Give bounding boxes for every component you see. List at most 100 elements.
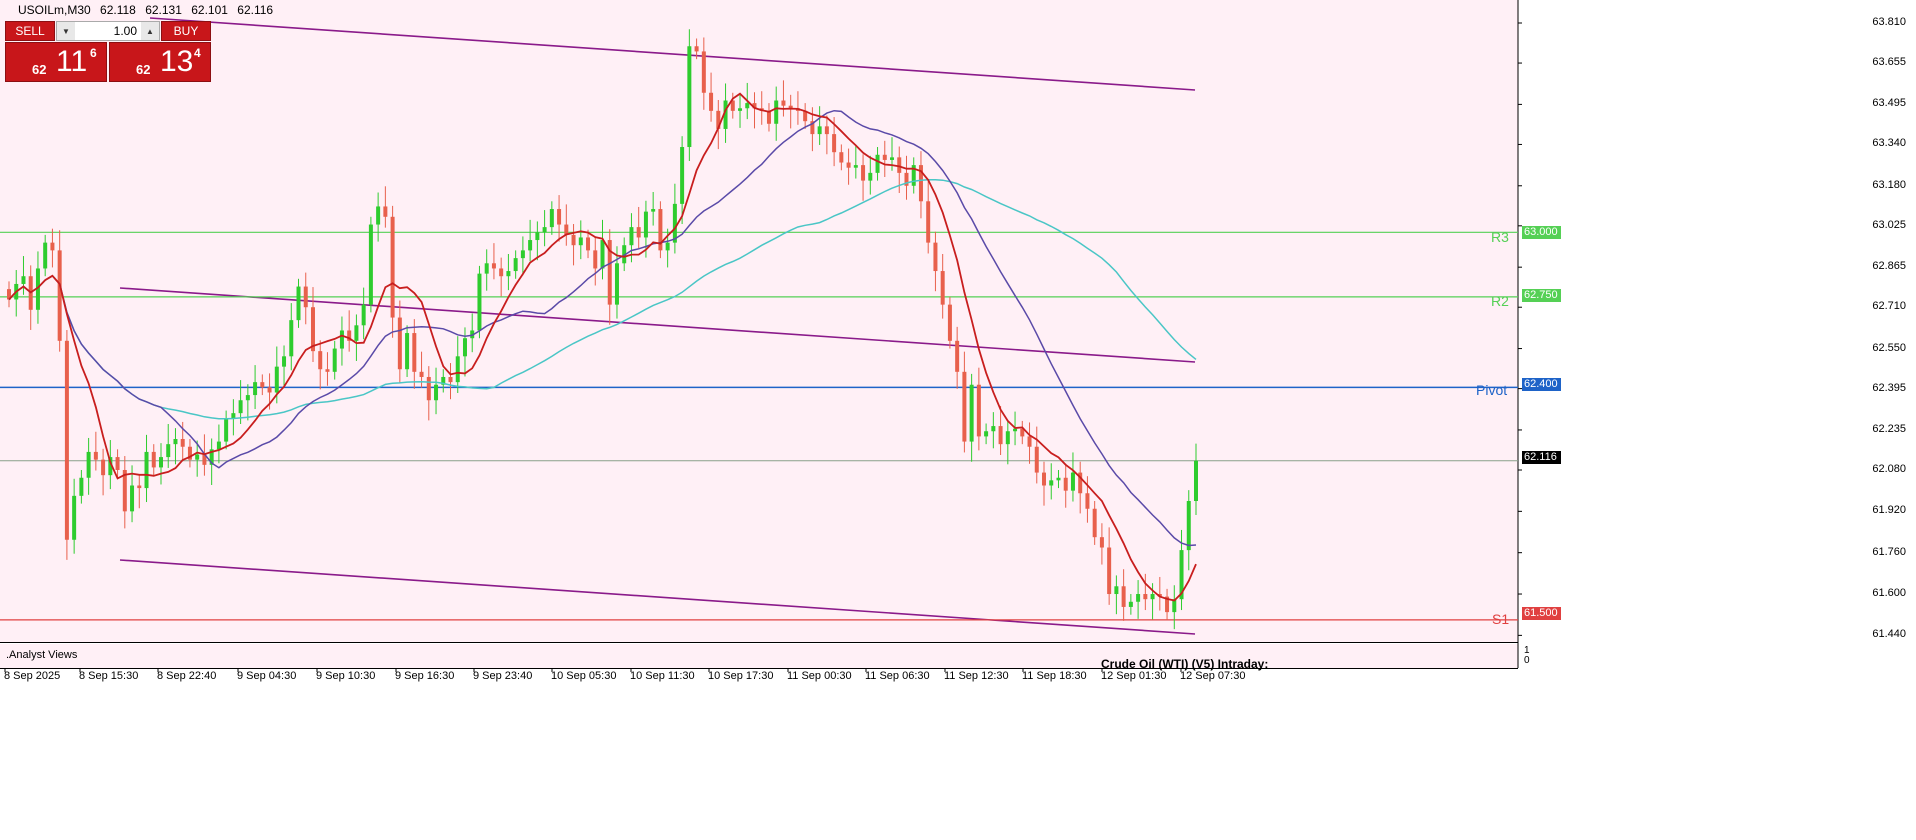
price-tick-label: 63.495 xyxy=(1872,97,1906,110)
candle[interactable] xyxy=(658,201,663,259)
candle-body xyxy=(434,384,439,401)
one-click-trading-panel: SELL ▼ 1.00 ▲ BUY 62 11 6 62 13 4 xyxy=(5,21,211,82)
sell-button[interactable]: SELL xyxy=(5,21,55,41)
buy-price-pip: 4 xyxy=(194,46,201,60)
candle[interactable] xyxy=(687,29,692,161)
candle-body xyxy=(839,152,844,163)
s1-label: S1 xyxy=(1492,611,1510,627)
candle-body xyxy=(991,426,996,432)
time-tick-label: 8 Sep 15:30 xyxy=(79,670,139,682)
candle-body xyxy=(180,438,185,447)
sell-price-pip: 6 xyxy=(90,46,97,60)
candle-body xyxy=(745,103,750,109)
subwindow-indicator-name: .Analyst Views xyxy=(6,649,78,661)
candle-body xyxy=(969,384,974,442)
candle-body xyxy=(101,459,106,476)
r3-price-label: 63.000 xyxy=(1522,226,1561,239)
candle-body xyxy=(643,211,648,238)
candle-body xyxy=(933,242,938,272)
candle-body xyxy=(774,100,779,124)
candle-body xyxy=(412,333,417,372)
candle-body xyxy=(158,457,163,468)
candle-body xyxy=(680,147,685,204)
candle-body xyxy=(43,242,48,269)
candle-body xyxy=(781,100,786,106)
buy-price-prefix: 62 xyxy=(136,62,151,77)
candle[interactable] xyxy=(477,265,482,339)
candle-body xyxy=(361,304,366,326)
candle-body xyxy=(1013,428,1018,432)
candle-body xyxy=(426,376,431,401)
price-tick-label: 63.810 xyxy=(1872,16,1906,28)
candle-body xyxy=(130,485,135,512)
candle-body xyxy=(926,201,931,243)
price-tick-label: 61.440 xyxy=(1872,628,1906,641)
candle-body xyxy=(448,376,453,383)
buy-button[interactable]: BUY xyxy=(161,21,211,41)
time-tick-label: 11 Sep 12:30 xyxy=(944,670,1009,682)
price-chart[interactable] xyxy=(0,0,1916,840)
time-tick-label: 8 Sep 22:40 xyxy=(157,670,217,682)
candle-body xyxy=(1114,586,1119,595)
candle-body xyxy=(144,451,149,489)
low-value: 62.101 xyxy=(191,3,228,17)
candle-body xyxy=(1150,594,1155,600)
candle-body xyxy=(578,237,583,246)
r3-label: R3 xyxy=(1491,229,1509,245)
candle-body xyxy=(303,286,308,308)
candle-body xyxy=(1085,493,1090,509)
candle-body xyxy=(383,206,388,217)
candle-body xyxy=(984,431,989,437)
candle-body xyxy=(593,250,598,269)
candle-body xyxy=(506,271,511,277)
high-value: 62.131 xyxy=(145,3,182,17)
candle-body xyxy=(701,51,706,93)
candle-body xyxy=(709,92,714,111)
candle-body xyxy=(955,340,960,372)
time-tick-label: 11 Sep 06:30 xyxy=(865,670,930,682)
candle-body xyxy=(861,165,866,181)
candle-body xyxy=(21,276,26,284)
candle-body xyxy=(166,444,171,458)
r2-label: R2 xyxy=(1491,293,1509,309)
pivot-label: Pivot xyxy=(1476,382,1508,398)
lot-size-field[interactable]: ▼ 1.00 ▲ xyxy=(56,21,160,41)
candle-body xyxy=(882,154,887,160)
candle-body xyxy=(1042,472,1047,486)
candle-body xyxy=(571,234,576,246)
buy-price-box[interactable]: 62 13 4 xyxy=(109,42,211,82)
symbol-label: USOILm,M30 xyxy=(18,3,91,17)
candle-body xyxy=(520,250,525,259)
chart-subwindow xyxy=(0,644,1518,668)
sell-price-box[interactable]: 62 11 6 xyxy=(5,42,107,82)
candle-body xyxy=(296,286,301,321)
time-tick-label: 11 Sep 00:30 xyxy=(787,670,852,682)
candle-body xyxy=(477,273,482,331)
candle-body xyxy=(1034,446,1039,473)
current-price-label: 62.116 xyxy=(1522,451,1561,464)
time-tick-label: 8 Sep 2025 xyxy=(4,670,61,682)
candle-body xyxy=(72,495,77,540)
price-tick-label: 62.865 xyxy=(1872,260,1906,273)
price-tick-label: 61.600 xyxy=(1872,587,1906,600)
candle-body xyxy=(57,250,62,341)
price-tick-label: 63.180 xyxy=(1872,178,1906,191)
candle-body xyxy=(1128,601,1133,607)
candle[interactable] xyxy=(368,216,373,313)
candle-body xyxy=(824,126,829,135)
lot-decrease-icon[interactable]: ▼ xyxy=(57,22,75,40)
lot-increase-icon[interactable]: ▲ xyxy=(141,22,159,40)
candle-body xyxy=(376,206,381,225)
chart-main-area[interactable] xyxy=(0,0,1518,642)
candle[interactable] xyxy=(64,329,69,560)
lot-size-value[interactable]: 1.00 xyxy=(75,22,141,40)
candle-body xyxy=(354,325,359,341)
candle-body xyxy=(79,477,84,496)
candle-body xyxy=(397,317,402,370)
candle-body xyxy=(390,216,395,318)
candle-body xyxy=(940,271,945,305)
candle-body xyxy=(1063,477,1068,491)
candle-body xyxy=(455,356,460,383)
time-tick-label: 9 Sep 10:30 xyxy=(316,670,376,682)
candle-body xyxy=(1049,480,1054,486)
